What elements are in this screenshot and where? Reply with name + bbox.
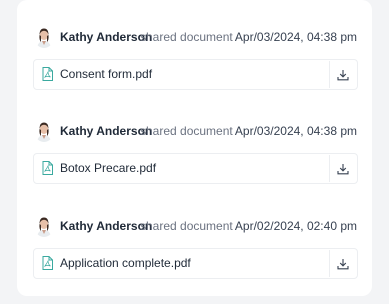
user-name: Kathy Anderson — [60, 219, 153, 233]
timestamp: Apr/03/2024, 04:38 pm — [234, 30, 357, 44]
shared-file-row[interactable]: Consent form.pdf — [33, 59, 358, 90]
file-name[interactable]: Botox Precare.pdf — [60, 161, 156, 175]
user-name: Kathy Anderson — [60, 124, 153, 138]
user-avatar — [34, 26, 54, 48]
download-button[interactable] — [329, 250, 356, 277]
timestamp: Apr/03/2024, 04:38 pm — [234, 124, 357, 138]
shared-file-row[interactable]: Botox Precare.pdf — [33, 153, 358, 184]
activity-entry: Kathy Anderson shared document Apr/03/20… — [17, 22, 372, 90]
pdf-file-icon — [42, 161, 53, 175]
download-button[interactable] — [329, 155, 356, 182]
timestamp: Apr/02/2024, 02:40 pm — [234, 219, 357, 233]
download-button[interactable] — [329, 61, 356, 88]
file-name[interactable]: Application complete.pdf — [60, 256, 191, 270]
user-avatar — [34, 120, 54, 142]
user-name: Kathy Anderson — [60, 30, 153, 44]
shared-file-row[interactable]: Application complete.pdf — [33, 248, 358, 279]
download-icon — [337, 163, 349, 174]
activity-entry: Kathy Anderson shared document Apr/03/20… — [17, 116, 372, 184]
action-text: shared document — [140, 219, 233, 233]
file-name[interactable]: Consent form.pdf — [60, 67, 152, 81]
activity-entry: Kathy Anderson shared document Apr/02/20… — [17, 211, 372, 279]
activity-card: Kathy Anderson shared document Apr/03/20… — [17, 0, 372, 296]
pdf-file-icon — [42, 67, 53, 81]
pdf-file-icon — [42, 256, 53, 270]
action-text: shared document — [140, 124, 233, 138]
download-icon — [337, 69, 349, 80]
action-text: shared document — [140, 30, 233, 44]
user-avatar — [34, 215, 54, 237]
download-icon — [337, 258, 349, 269]
